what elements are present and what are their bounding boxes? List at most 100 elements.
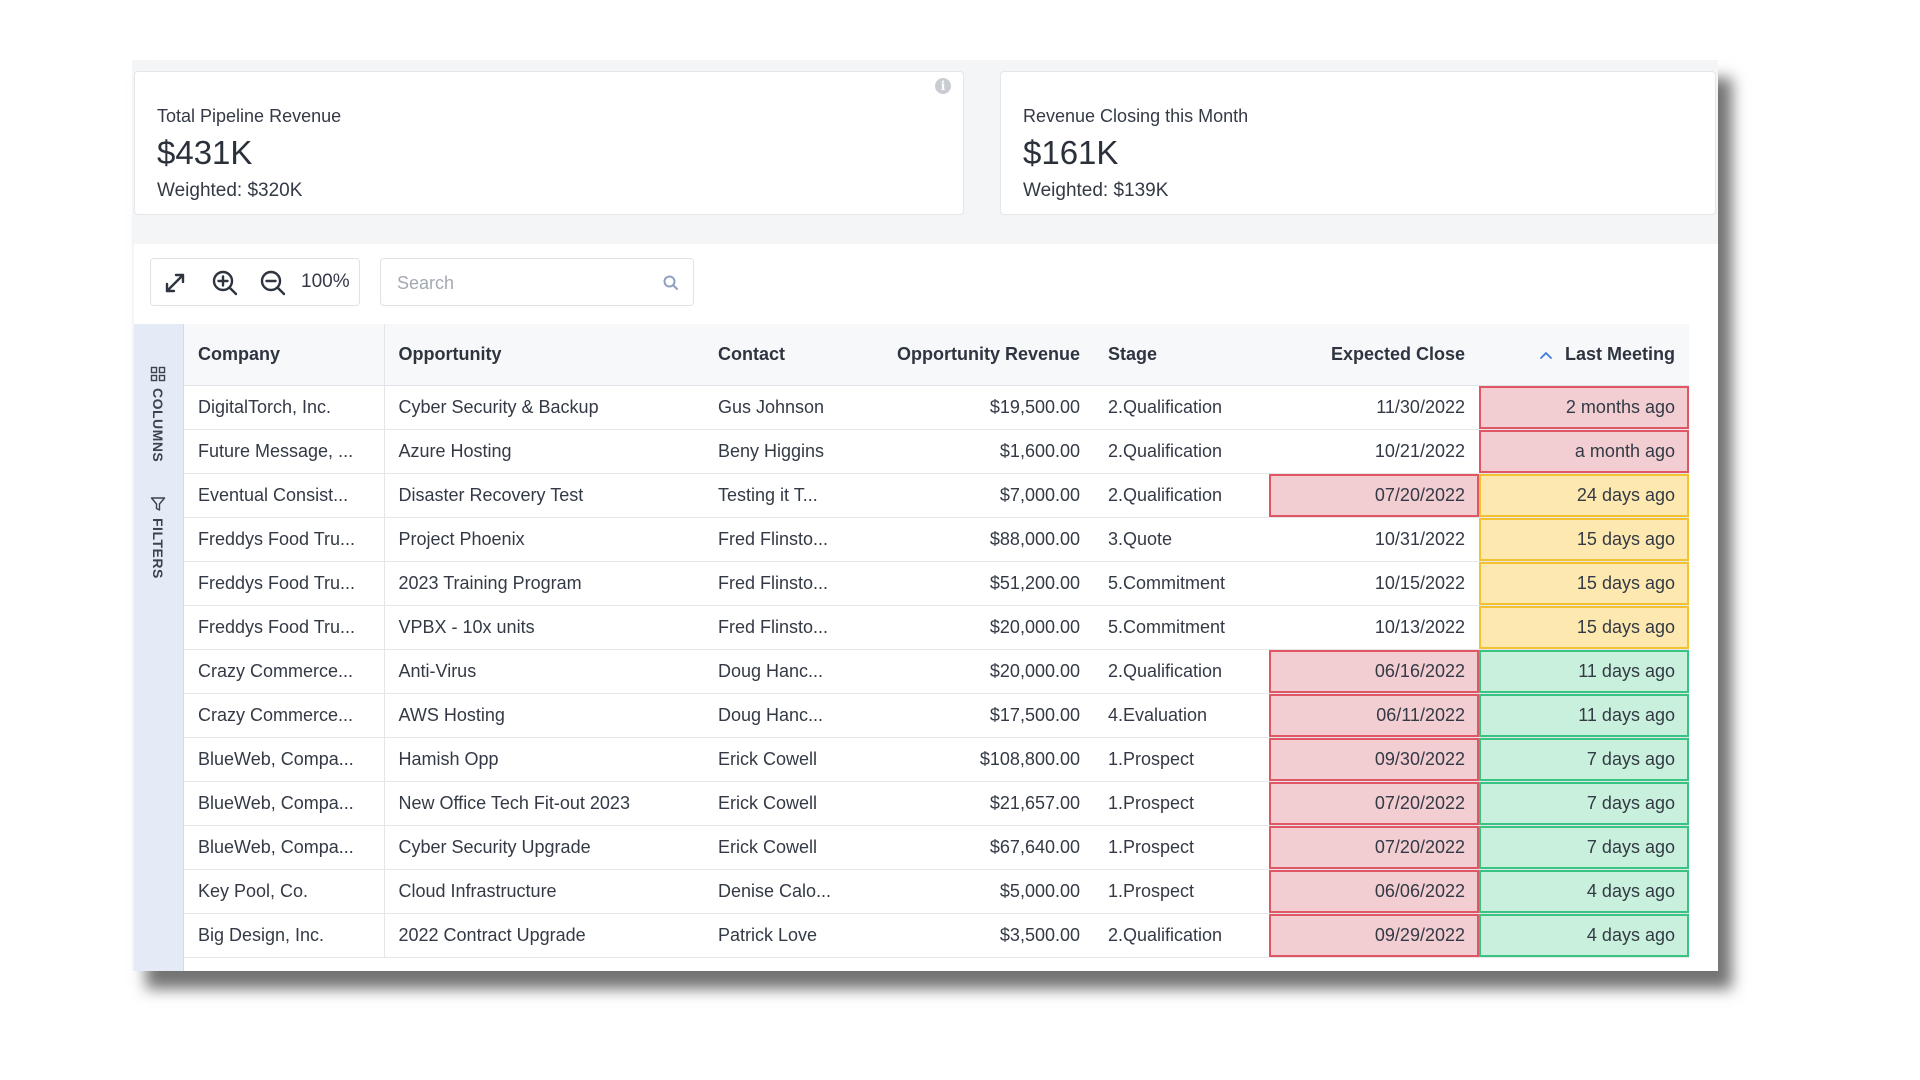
zoom-level-label[interactable]: 100% (301, 271, 350, 293)
column-header-company[interactable]: Company (184, 324, 385, 386)
cell-company[interactable]: Crazy Commerce... (184, 649, 385, 694)
cell-revenue[interactable]: $1,600.00 (874, 429, 1094, 474)
cell-expected-close[interactable]: 11/30/2022 (1269, 385, 1479, 430)
search-input[interactable] (395, 269, 649, 297)
cell-expected-close[interactable]: 09/30/2022 (1269, 737, 1479, 782)
cell-contact[interactable]: Gus Johnson (704, 385, 874, 430)
cell-opportunity[interactable]: 2022 Contract Upgrade (384, 913, 704, 958)
cell-stage[interactable]: 1.Prospect (1094, 825, 1269, 870)
cell-stage[interactable]: 2.Qualification (1094, 649, 1269, 694)
column-header-opportunity[interactable]: Opportunity (384, 324, 704, 386)
info-icon[interactable]: i (935, 78, 951, 94)
cell-stage[interactable]: 5.Commitment (1094, 605, 1269, 650)
cell-expected-close[interactable]: 09/29/2022 (1269, 913, 1479, 958)
cell-stage[interactable]: 5.Commitment (1094, 561, 1269, 606)
column-header-last-meeting[interactable]: Last Meeting (1479, 324, 1689, 386)
cell-revenue[interactable]: $67,640.00 (874, 825, 1094, 870)
filters-tab[interactable]: FILTERS (136, 496, 180, 579)
cell-revenue[interactable]: $51,200.00 (874, 561, 1094, 606)
table-row[interactable]: Eventual Consist... Disaster Recovery Tes… (184, 473, 1689, 518)
column-header-revenue[interactable]: Opportunity Revenue (874, 324, 1094, 386)
cell-company[interactable]: Future Message, ... (184, 429, 385, 474)
table-row[interactable]: Freddys Food Tru... 2023 Training Program… (184, 561, 1689, 606)
cell-contact[interactable]: Erick Cowell (704, 825, 874, 870)
cell-contact[interactable]: Testing it T... (704, 473, 874, 518)
cell-revenue[interactable]: $20,000.00 (874, 649, 1094, 694)
cell-revenue[interactable]: $20,000.00 (874, 605, 1094, 650)
cell-last-meeting[interactable]: 2 months ago (1479, 385, 1689, 430)
cell-last-meeting[interactable]: 4 days ago (1479, 869, 1689, 914)
cell-stage[interactable]: 3.Quote (1094, 517, 1269, 562)
cell-revenue[interactable]: $21,657.00 (874, 781, 1094, 826)
cell-expected-close[interactable]: 06/06/2022 (1269, 869, 1479, 914)
cell-opportunity[interactable]: Cyber Security & Backup (384, 385, 704, 430)
cell-company[interactable]: Big Design, Inc. (184, 913, 385, 958)
cell-revenue[interactable]: $88,000.00 (874, 517, 1094, 562)
cell-contact[interactable]: Erick Cowell (704, 737, 874, 782)
cell-expected-close[interactable]: 10/21/2022 (1269, 429, 1479, 474)
cell-company[interactable]: Eventual Consist... (184, 473, 385, 518)
cell-stage[interactable]: 1.Prospect (1094, 781, 1269, 826)
cell-stage[interactable]: 1.Prospect (1094, 737, 1269, 782)
cell-revenue[interactable]: $5,000.00 (874, 869, 1094, 914)
table-row[interactable]: BlueWeb, Compa... Cyber Security Upgrade E… (184, 825, 1689, 870)
cell-company[interactable]: BlueWeb, Compa... (184, 825, 385, 870)
expand-icon[interactable] (159, 267, 191, 299)
cell-company[interactable]: DigitalTorch, Inc. (184, 385, 385, 430)
cell-opportunity[interactable]: New Office Tech Fit-out 2023 (384, 781, 704, 826)
table-row[interactable]: DigitalTorch, Inc. Cyber Security & Backu… (184, 385, 1689, 430)
cell-stage[interactable]: 2.Qualification (1094, 385, 1269, 430)
columns-tab[interactable]: COLUMNS (136, 366, 180, 462)
cell-expected-close[interactable]: 10/13/2022 (1269, 605, 1479, 650)
cell-opportunity[interactable]: Cloud Infrastructure (384, 869, 704, 914)
cell-last-meeting[interactable]: 4 days ago (1479, 913, 1689, 958)
cell-stage[interactable]: 4.Evaluation (1094, 693, 1269, 738)
table-row[interactable]: Future Message, ... Azure Hosting Beny Hig… (184, 429, 1689, 474)
cell-opportunity[interactable]: 2023 Training Program (384, 561, 704, 606)
cell-contact[interactable]: Denise Calo... (704, 869, 874, 914)
cell-contact[interactable]: Fred Flinsto... (704, 561, 874, 606)
cell-last-meeting[interactable]: 7 days ago (1479, 781, 1689, 826)
cell-expected-close[interactable]: 10/31/2022 (1269, 517, 1479, 562)
cell-stage[interactable]: 2.Qualification (1094, 913, 1269, 958)
cell-expected-close[interactable]: 06/16/2022 (1269, 649, 1479, 694)
cell-opportunity[interactable]: Anti-Virus (384, 649, 704, 694)
table-row[interactable]: Crazy Commerce... AWS Hosting Doug Hanc...… (184, 693, 1689, 738)
cell-expected-close[interactable]: 07/20/2022 (1269, 473, 1479, 518)
cell-opportunity[interactable]: Cyber Security Upgrade (384, 825, 704, 870)
cell-last-meeting[interactable]: 11 days ago (1479, 649, 1689, 694)
cell-contact[interactable]: Fred Flinsto... (704, 605, 874, 650)
table-row[interactable]: Freddys Food Tru... Project Phoenix Fred F… (184, 517, 1689, 562)
cell-contact[interactable]: Doug Hanc... (704, 649, 874, 694)
cell-stage[interactable]: 1.Prospect (1094, 869, 1269, 914)
cell-last-meeting[interactable]: 15 days ago (1479, 517, 1689, 562)
cell-last-meeting[interactable]: a month ago (1479, 429, 1689, 474)
table-row[interactable]: BlueWeb, Compa... New Office Tech Fit-out… (184, 781, 1689, 826)
column-header-expected-close[interactable]: Expected Close (1269, 324, 1479, 386)
cell-expected-close[interactable]: 07/20/2022 (1269, 781, 1479, 826)
cell-contact[interactable]: Fred Flinsto... (704, 517, 874, 562)
search-icon[interactable] (661, 273, 681, 293)
table-row[interactable]: Freddys Food Tru... VPBX - 10x units Fred … (184, 605, 1689, 650)
zoom-out-icon[interactable] (257, 267, 289, 299)
cell-stage[interactable]: 2.Qualification (1094, 429, 1269, 474)
column-header-stage[interactable]: Stage (1094, 324, 1269, 386)
table-row[interactable]: BlueWeb, Compa... Hamish Opp Erick Cowell $… (184, 737, 1689, 782)
cell-revenue[interactable]: $3,500.00 (874, 913, 1094, 958)
cell-contact[interactable]: Patrick Love (704, 913, 874, 958)
cell-opportunity[interactable]: Azure Hosting (384, 429, 704, 474)
cell-contact[interactable]: Doug Hanc... (704, 693, 874, 738)
cell-opportunity[interactable]: Disaster Recovery Test (384, 473, 704, 518)
cell-contact[interactable]: Erick Cowell (704, 781, 874, 826)
cell-last-meeting[interactable]: 15 days ago (1479, 561, 1689, 606)
cell-last-meeting[interactable]: 24 days ago (1479, 473, 1689, 518)
cell-opportunity[interactable]: Hamish Opp (384, 737, 704, 782)
cell-revenue[interactable]: $7,000.00 (874, 473, 1094, 518)
cell-opportunity[interactable]: Project Phoenix (384, 517, 704, 562)
cell-last-meeting[interactable]: 15 days ago (1479, 605, 1689, 650)
column-header-contact[interactable]: Contact (704, 324, 874, 386)
cell-last-meeting[interactable]: 7 days ago (1479, 825, 1689, 870)
cell-company[interactable]: BlueWeb, Compa... (184, 737, 385, 782)
cell-opportunity[interactable]: AWS Hosting (384, 693, 704, 738)
cell-company[interactable]: Key Pool, Co. (184, 869, 385, 914)
